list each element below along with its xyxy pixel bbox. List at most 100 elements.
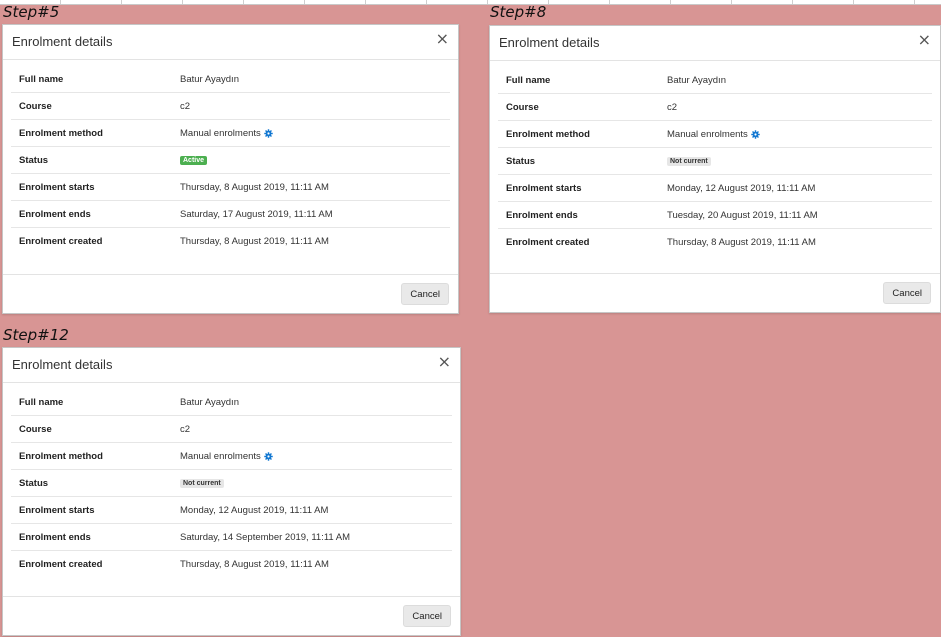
row-value: Manual enrolments — [667, 129, 760, 140]
row-value: Batur Ayaydın — [180, 73, 239, 85]
row-label: Enrolment ends — [506, 209, 578, 221]
enrolment-method-value: Manual enrolments — [667, 128, 748, 140]
table-row: Enrolment created Thursday, 8 August 2019… — [11, 227, 450, 254]
strip-divider — [609, 0, 610, 4]
table-row: Full name Batur Ayaydın — [498, 67, 932, 93]
table-row: Enrolment method Manual enrolments — [11, 119, 450, 146]
status-badge: Not current — [180, 478, 224, 488]
table-row: Status Not current — [11, 469, 452, 496]
row-value: c2 — [180, 100, 191, 112]
strip-divider — [487, 0, 488, 4]
details-table: Full name Batur Ayaydın Course c2 Enrolmen… — [3, 60, 458, 254]
table-row: Status Active — [11, 146, 450, 173]
modal-footer: Cancel — [490, 273, 940, 312]
row-label: Enrolment method — [506, 128, 590, 140]
cancel-button[interactable]: Cancel — [883, 282, 931, 304]
row-label: Enrolment ends — [19, 208, 91, 220]
row-value: Not current — [180, 478, 224, 488]
close-icon[interactable]: × — [436, 31, 449, 47]
table-row: Enrolment starts Thursday, 8 August 2019,… — [11, 173, 450, 200]
row-label: Status — [19, 154, 49, 166]
row-label: Enrolment method — [19, 127, 103, 139]
strip-divider — [548, 0, 549, 4]
row-label: Course — [19, 100, 52, 112]
strip-divider — [670, 0, 671, 4]
enrolment-details-modal: Enrolment details × Full name Batur Ayayd… — [2, 24, 459, 314]
row-value: Saturday, 17 August 2019, 11:11 AM — [180, 208, 333, 220]
table-row: Status Not current — [498, 147, 932, 174]
row-value: Monday, 12 August 2019, 11:11 AM — [667, 182, 816, 194]
table-row: Course c2 — [11, 415, 452, 442]
table-row: Enrolment created Thursday, 8 August 2019… — [498, 228, 932, 255]
row-value: Saturday, 14 September 2019, 11:11 AM — [180, 531, 351, 543]
row-value: c2 — [667, 101, 678, 113]
modal-header: Enrolment details × — [490, 26, 940, 61]
top-strip — [0, 0, 941, 5]
strip-divider — [792, 0, 793, 4]
details-table: Full name Batur Ayaydın Course c2 Enrolmen… — [490, 61, 940, 255]
row-value: Manual enrolments — [180, 451, 273, 462]
row-value: Batur Ayaydın — [180, 396, 239, 408]
row-value: Manual enrolments — [180, 128, 273, 139]
row-value: Not current — [667, 156, 711, 166]
cancel-button[interactable]: Cancel — [403, 605, 451, 627]
enrolment-method-value: Manual enrolments — [180, 450, 261, 462]
cancel-button[interactable]: Cancel — [401, 283, 449, 305]
modal-footer: Cancel — [3, 596, 460, 635]
row-label: Enrolment created — [19, 558, 103, 570]
row-value: Thursday, 8 August 2019, 11:11 AM — [180, 235, 329, 247]
strip-divider — [121, 0, 122, 4]
enrolment-method-value: Manual enrolments — [180, 127, 261, 139]
table-row: Full name Batur Ayaydın — [11, 389, 452, 415]
table-row: Course c2 — [11, 92, 450, 119]
row-value: Thursday, 8 August 2019, 11:11 AM — [180, 558, 329, 570]
row-label: Course — [19, 423, 52, 435]
table-row: Enrolment ends Saturday, 17 August 2019, … — [11, 200, 450, 227]
row-label: Enrolment created — [19, 235, 103, 247]
row-label: Enrolment starts — [506, 182, 582, 194]
row-label: Enrolment starts — [19, 504, 95, 516]
enrolment-details-modal: Enrolment details × Full name Batur Ayayd… — [489, 25, 941, 313]
table-row: Enrolment starts Monday, 12 August 2019, … — [11, 496, 452, 523]
modal-footer: Cancel — [3, 274, 458, 313]
table-row: Enrolment created Thursday, 8 August 2019… — [11, 550, 452, 577]
row-label: Enrolment ends — [19, 531, 91, 543]
strip-divider — [365, 0, 366, 4]
table-row: Enrolment method Manual enrolments — [498, 120, 932, 147]
strip-divider — [60, 0, 61, 4]
modal-title: Enrolment details — [12, 357, 113, 372]
row-label: Full name — [19, 396, 64, 408]
strip-divider — [914, 0, 915, 4]
gear-icon[interactable] — [751, 129, 760, 139]
details-table: Full name Batur Ayaydın Course c2 Enrolmen… — [3, 383, 460, 577]
close-icon[interactable]: × — [438, 354, 451, 370]
modal-header: Enrolment details × — [3, 348, 460, 383]
gear-icon[interactable] — [264, 128, 273, 138]
status-badge: Not current — [667, 156, 711, 166]
row-label: Full name — [506, 74, 551, 86]
row-value: c2 — [180, 423, 191, 435]
row-label: Status — [506, 155, 536, 167]
strip-divider — [853, 0, 854, 4]
step-label: Step#5 — [3, 3, 60, 21]
gear-icon[interactable] — [264, 451, 273, 461]
row-label: Full name — [19, 73, 64, 85]
strip-divider — [426, 0, 427, 4]
row-value: Thursday, 8 August 2019, 11:11 AM — [667, 236, 816, 248]
row-value: Thursday, 8 August 2019, 11:11 AM — [180, 181, 329, 193]
row-label: Enrolment created — [506, 236, 590, 248]
table-row: Enrolment ends Saturday, 14 September 201… — [11, 523, 452, 550]
modal-title: Enrolment details — [12, 34, 113, 49]
modal-title: Enrolment details — [499, 35, 600, 50]
close-icon[interactable]: × — [918, 32, 931, 48]
table-row: Enrolment method Manual enrolments — [11, 442, 452, 469]
enrolment-details-modal: Enrolment details × Full name Batur Ayayd… — [2, 347, 461, 636]
status-badge: Active — [180, 155, 208, 165]
row-label: Enrolment starts — [19, 181, 95, 193]
table-row: Full name Batur Ayaydın — [11, 66, 450, 92]
row-label: Status — [19, 477, 49, 489]
step-label: Step#12 — [3, 326, 69, 344]
table-row: Enrolment starts Monday, 12 August 2019, … — [498, 174, 932, 201]
row-value: Batur Ayaydın — [667, 74, 726, 86]
row-value: Tuesday, 20 August 2019, 11:11 AM — [667, 209, 818, 221]
